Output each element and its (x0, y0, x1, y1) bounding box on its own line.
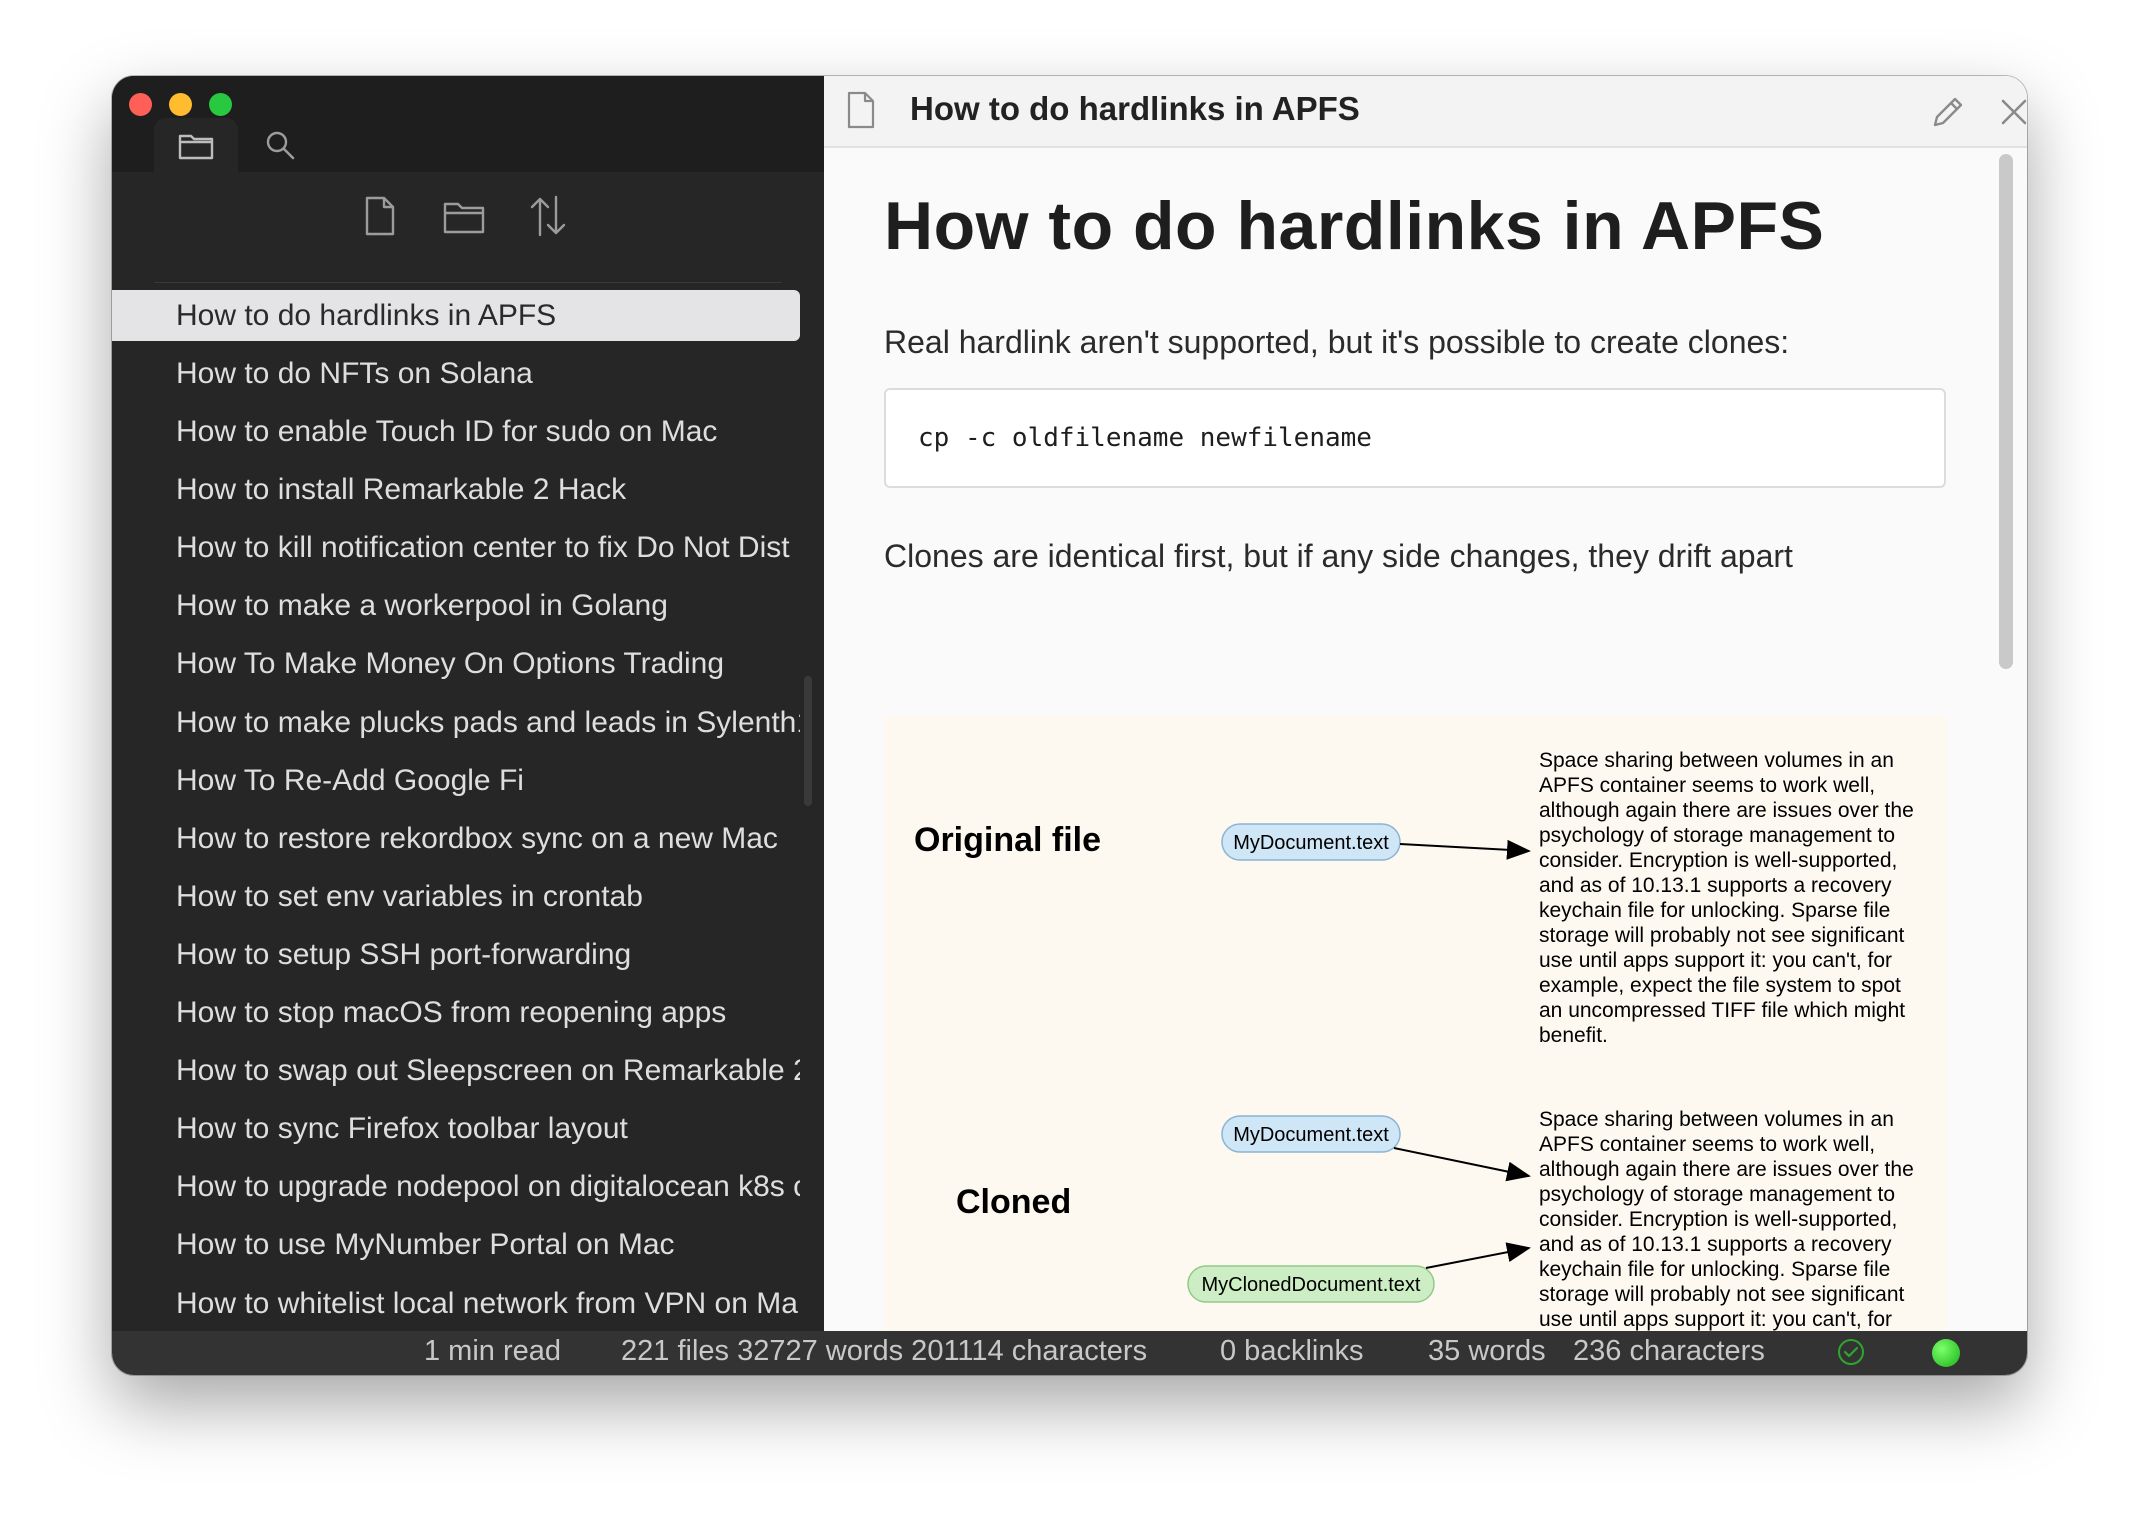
pencil-icon (1933, 97, 1963, 127)
diagram-text-line: storage will probably not see significan… (1539, 1283, 1905, 1306)
cloned-copy-arrow (1425, 1242, 1531, 1269)
new-note-button[interactable] (350, 186, 410, 246)
sidebar-scrollbar[interactable] (804, 676, 812, 806)
note-title: How to do hardlinks in APFS (910, 90, 1360, 127)
file-list-item[interactable]: How to swap out Sleepscreen on Remarkabl… (112, 1045, 800, 1103)
diagram-text-line: Space sharing between volumes in an (1539, 1108, 1894, 1131)
file-list-item[interactable]: How to setup SSH port-forwarding (112, 929, 800, 987)
diagram-text-line: example, expect the file system to spot (1539, 974, 1901, 997)
document-icon (847, 91, 875, 129)
diagram-text-line: psychology of storage management to (1539, 824, 1895, 847)
diagram-text-line: APFS container seems to work well, (1539, 1133, 1875, 1156)
read-time: 1 min read (424, 1335, 562, 1367)
file-list-item[interactable]: How to stop macOS from reopening apps (112, 987, 800, 1045)
note-header: How to do hardlinks in APFS (824, 76, 2027, 148)
tab-files[interactable] (154, 118, 238, 172)
note-content: How to do hardlinks in APFS Real hardlin… (884, 176, 1946, 1375)
word-count: 35 words (1428, 1335, 1546, 1367)
sidebar-titlebar (112, 76, 824, 172)
file-list-item[interactable]: How to make plucks pads and leads in Syl… (112, 697, 800, 755)
app-window: How to do hardlinks in APFS How to do NFT… (112, 76, 2027, 1375)
diagram-text-line: consider. Encryption is well-supported, (1539, 1208, 1897, 1231)
minimize-window-button[interactable] (169, 93, 192, 116)
paragraph-2: Clones are identical first, but if any s… (884, 538, 1793, 574)
new-folder-icon (443, 202, 485, 234)
file-list-item[interactable]: How to do hardlinks in APFS (112, 290, 800, 341)
file-list-item[interactable]: How to kill notification center to fix D… (112, 522, 800, 580)
sidebar: How to do hardlinks in APFS How to do NFT… (112, 76, 824, 1331)
zoom-window-button[interactable] (209, 93, 232, 116)
cloned-source-node-label: MyDocument.text (1233, 1124, 1389, 1146)
clone-diagram-image: Original file MyDocument.text Space shar… (884, 716, 1946, 1375)
sync-check-icon[interactable] (1836, 1337, 1866, 1367)
diagram-text-line: use until apps support it: you can't, fo… (1539, 1308, 1892, 1331)
diagram-text-line: and as of 10.13.1 supports a recovery (1539, 874, 1892, 897)
sort-button[interactable] (518, 186, 578, 246)
diagram-text-line: benefit. (1539, 1024, 1608, 1047)
edit-button[interactable] (1928, 92, 1968, 132)
diagram-text-line: and as of 10.13.1 supports a recovery (1539, 1233, 1892, 1256)
diagram-text-line: keychain file for unlocking. Sparse file (1539, 1258, 1890, 1281)
diagram-text-line: storage will probably not see significan… (1539, 924, 1905, 947)
clone-diagram: Original file MyDocument.text Space shar… (914, 749, 1914, 1375)
diagram-text-line: although again there are issues over the (1539, 1158, 1914, 1181)
file-list-item[interactable]: How to do NFTs on Solana (112, 348, 800, 406)
main-pane: How to do hardlinks in APFS How to do ha… (824, 76, 2027, 1375)
close-icon (2001, 99, 2027, 125)
diagram-text-line: keychain file for unlocking. Sparse file (1539, 899, 1890, 922)
file-list: How to do hardlinks in APFS How to do NFT… (112, 290, 800, 1336)
backlinks-count[interactable]: 0 backlinks (1220, 1335, 1363, 1368)
diagram-text-line: Space sharing between volumes in an (1539, 749, 1894, 772)
diagram-text-line: psychology of storage management to (1539, 1183, 1895, 1206)
file-list-item[interactable]: How to sync Firefox toolbar layout (112, 1103, 800, 1161)
new-folder-button[interactable] (434, 186, 494, 246)
file-list-item[interactable]: How to enable Touch ID for sudo on Mac (112, 406, 800, 464)
sync-status-indicator[interactable] (1932, 1339, 1960, 1367)
file-list-item[interactable]: How to make a workerpool in Golang (112, 580, 800, 638)
folder-icon (178, 134, 214, 160)
note-heading: How to do hardlinks in APFS (884, 188, 1825, 264)
original-node-label: MyDocument.text (1233, 832, 1389, 854)
file-list-item[interactable]: How to install Remarkable 2 Hack (112, 464, 800, 522)
status-bar: 1 min read 221 files 32727 words 201114 … (112, 1331, 2027, 1375)
sidebar-divider (154, 282, 782, 283)
vault-stats: 221 files 32727 words 201114 characters (621, 1335, 1148, 1367)
main-scrollbar[interactable] (1999, 154, 2013, 669)
search-icon (266, 131, 295, 160)
code-block: cp -c oldfilename newfilename (884, 388, 1946, 488)
diagram-text-line: consider. Encryption is well-supported, (1539, 849, 1897, 872)
file-list-item[interactable]: How to use MyNumber Portal on Mac (112, 1219, 800, 1277)
original-description: Space sharing between volumes in anAPFS … (1539, 749, 1914, 1047)
close-window-button[interactable] (129, 93, 152, 116)
character-count: 236 characters (1573, 1335, 1765, 1367)
tab-search[interactable] (238, 118, 322, 172)
diagram-text-line: an uncompressed TIFF file which might (1539, 999, 1905, 1022)
original-file-label: Original file (914, 821, 1101, 859)
new-note-icon (365, 196, 395, 236)
diagram-text-line: although again there are issues over the (1539, 799, 1914, 822)
file-list-item[interactable]: How to upgrade nodepool on digitalocean … (112, 1161, 800, 1219)
close-note-button[interactable] (1994, 92, 2027, 132)
cloned-copy-node-label: MyClonedDocument.text (1202, 1274, 1421, 1296)
diagram-text-line: use until apps support it: you can't, fo… (1539, 949, 1892, 972)
diagram-text-line: APFS container seems to work well, (1539, 774, 1875, 797)
cloned-label: Cloned (956, 1183, 1071, 1221)
file-list-item[interactable]: How To Make Money On Options Trading (112, 638, 800, 696)
paragraph-1: Real hardlink aren't supported, but it's… (884, 324, 1790, 360)
sort-icon (530, 195, 566, 237)
file-list-item[interactable]: How To Re-Add Google Fi (112, 755, 800, 813)
file-list-item[interactable]: How to restore rekordbox sync on a new M… (112, 813, 800, 871)
original-arrow (1399, 839, 1531, 860)
file-list-item[interactable]: How to whitelist local network from VPN … (112, 1278, 800, 1336)
file-list-item[interactable]: How to set env variables in crontab (112, 871, 800, 929)
cloned-source-arrow (1393, 1147, 1531, 1182)
